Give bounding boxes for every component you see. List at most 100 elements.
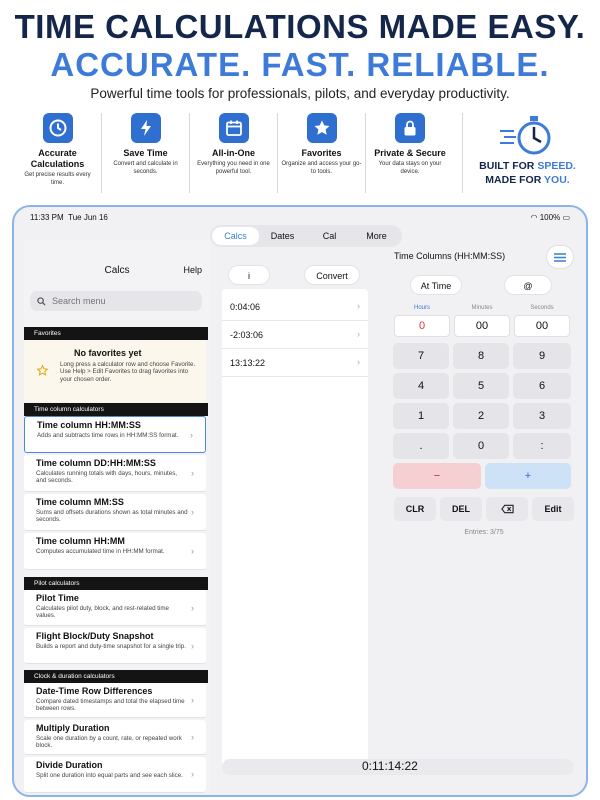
calc-item-multiply[interactable]: Multiply Duration Scale one duration by … bbox=[24, 720, 206, 755]
minutes-field[interactable]: 00 bbox=[454, 315, 510, 337]
panel-title: Time Columns (HH:MM:SS) bbox=[394, 251, 506, 261]
chevron-right-icon: › bbox=[191, 468, 194, 478]
calc-item-flight-snapshot[interactable]: Flight Block/Duty Snapshot Builds a repo… bbox=[24, 628, 206, 664]
chevron-right-icon: › bbox=[191, 641, 194, 651]
hours-label: Hours bbox=[413, 305, 430, 311]
seconds-field[interactable]: 00 bbox=[514, 315, 570, 337]
feature-title: Favorites bbox=[301, 148, 342, 158]
edit-button[interactable]: Edit bbox=[532, 497, 574, 521]
tab-more[interactable]: More bbox=[353, 227, 400, 245]
calc-item-desc: Calculates pilot duty, block, and rest-r… bbox=[36, 605, 169, 620]
tab-dates[interactable]: Dates bbox=[259, 227, 306, 245]
battery-icon: ▭ bbox=[562, 213, 570, 222]
speed-line-1: BUILT FOR SPEED. bbox=[479, 159, 576, 173]
status-date: Tue Jun 16 bbox=[68, 213, 108, 222]
plus-button[interactable]: + bbox=[485, 463, 571, 489]
calc-item-title: Pilot Time bbox=[36, 593, 79, 603]
calc-item-title: Multiply Duration bbox=[36, 723, 110, 733]
calc-item-title: Divide Duration bbox=[36, 760, 103, 770]
promo-banner: TIME CALCULATIONS MADE EASY. ACCURATE. F… bbox=[0, 0, 600, 205]
feature-favorites: Favorites Organize and access your go-to… bbox=[278, 113, 366, 193]
key-4[interactable]: 4 bbox=[393, 373, 449, 399]
key-7[interactable]: 7 bbox=[393, 343, 449, 369]
key-dot[interactable]: . bbox=[393, 433, 449, 459]
time-row[interactable]: 13:13:22 › bbox=[222, 349, 368, 377]
section-time-column: Time column calculators bbox=[24, 403, 208, 416]
time-row[interactable]: 0:04:06 › bbox=[222, 293, 368, 321]
backspace-icon bbox=[500, 504, 514, 514]
section-clock: Clock & duration calculators bbox=[24, 670, 208, 683]
menu-button[interactable] bbox=[546, 245, 574, 269]
feature-list: Accurate Calculations Get precise result… bbox=[14, 113, 454, 193]
status-time: 11:33 PM Tue Jun 16 bbox=[30, 213, 108, 222]
calc-item-pilot-time[interactable]: Pilot Time Calculates pilot duty, block,… bbox=[24, 590, 206, 626]
calc-item-date-time-diff[interactable]: Date-Time Row Differences Compare dated … bbox=[24, 683, 206, 718]
key-3[interactable]: 3 bbox=[513, 403, 571, 429]
calc-item-hhmm[interactable]: Time column HH:MM Computes accumulated t… bbox=[24, 533, 206, 570]
calc-item-desc: Adds and subtracts time rows in HH:MM:SS… bbox=[37, 432, 179, 439]
calc-item-desc: Calculates running totals with days, hou… bbox=[36, 470, 178, 485]
sidebar-header: Calcs Help bbox=[24, 265, 210, 281]
feature-all-in-one: All-in-One Everything you need in one po… bbox=[190, 113, 278, 193]
calendar-icon bbox=[218, 113, 249, 143]
chevron-right-icon: › bbox=[191, 769, 194, 779]
wifi-icon: ◠ bbox=[530, 213, 538, 222]
info-button[interactable]: i bbox=[228, 265, 270, 285]
calc-item-desc: Sums and offsets durations shown as tota… bbox=[36, 509, 188, 524]
search-input[interactable] bbox=[52, 296, 192, 306]
feature-title: All-in-One bbox=[212, 148, 255, 158]
key-2[interactable]: 2 bbox=[453, 403, 509, 429]
tab-cal[interactable]: Cal bbox=[306, 227, 353, 245]
backspace-button[interactable] bbox=[486, 497, 528, 521]
tablet-screen: 11:33 PM Tue Jun 16 ◠ 100% ▭ Calcs Help … bbox=[12, 205, 588, 797]
clear-button[interactable]: CLR bbox=[394, 497, 436, 521]
chevron-right-icon: › bbox=[357, 329, 360, 339]
calc-item-ddhhmmss[interactable]: Time column DD:HH:MM:SS Calculates runni… bbox=[24, 455, 206, 492]
feature-desc: Get precise results every time. bbox=[24, 172, 91, 186]
lock-icon bbox=[395, 113, 425, 143]
convert-button[interactable]: Convert bbox=[304, 265, 360, 285]
key-5[interactable]: 5 bbox=[453, 373, 509, 399]
speed-badge: BUILT FOR SPEED. MADE FOR YOU. bbox=[462, 113, 592, 193]
delete-button[interactable]: DEL bbox=[440, 497, 482, 521]
favorites-empty-desc: Long press a calculator row and choose F… bbox=[60, 361, 196, 383]
calc-item-title: Date-Time Row Differences bbox=[36, 686, 153, 696]
chevron-right-icon: › bbox=[357, 301, 360, 311]
time-row[interactable]: -2:03:06 › bbox=[222, 321, 368, 349]
calc-item-hhmmss[interactable]: Time column HH:MM:SS Adds and subtracts … bbox=[24, 416, 206, 453]
key-6[interactable]: 6 bbox=[513, 373, 571, 399]
star-icon bbox=[306, 113, 337, 143]
calc-item-desc: Scale one duration by a count, rate, or … bbox=[36, 735, 182, 750]
tab-calcs[interactable]: Calcs bbox=[212, 227, 259, 245]
key-1[interactable]: 1 bbox=[393, 403, 449, 429]
help-button[interactable]: Help bbox=[183, 265, 202, 275]
key-colon[interactable]: : bbox=[513, 433, 571, 459]
calc-item-title: Flight Block/Duty Snapshot bbox=[36, 631, 154, 641]
feature-private: Private & Secure Your data stays on your… bbox=[366, 113, 454, 193]
sidebar-title: Calcs bbox=[104, 265, 130, 276]
calc-item-mmss[interactable]: Time column MM:SS Sums and offsets durat… bbox=[24, 494, 206, 531]
key-0[interactable]: 0 bbox=[453, 433, 509, 459]
key-8[interactable]: 8 bbox=[453, 343, 509, 369]
sidebar: Calcs Help Favorites No favorites yet Lo… bbox=[24, 239, 210, 795]
feature-title: Accurate Calculations bbox=[30, 148, 85, 169]
time-row-value: 13:13:22 bbox=[230, 358, 266, 368]
hamburger-icon bbox=[554, 252, 566, 262]
calc-item-desc: Split one duration into equal parts and … bbox=[36, 772, 183, 779]
search-icon bbox=[37, 296, 46, 306]
at-time-button[interactable]: At Time bbox=[410, 275, 462, 295]
tab-bar: Calcs Dates Cal More bbox=[210, 225, 402, 247]
total-value: 0:11:14:22 bbox=[362, 759, 418, 773]
hours-field[interactable]: 0 bbox=[394, 315, 450, 337]
at-button[interactable]: @ bbox=[504, 275, 552, 295]
favorites-empty: No favorites yet Long press a calculator… bbox=[24, 340, 206, 402]
calc-item-divide[interactable]: Divide Duration Split one duration into … bbox=[24, 757, 206, 793]
key-9[interactable]: 9 bbox=[513, 343, 571, 369]
feature-desc: Your data stays on your device. bbox=[378, 161, 442, 175]
search-box[interactable] bbox=[30, 291, 202, 311]
chevron-right-icon: › bbox=[357, 357, 360, 367]
chevron-right-icon: › bbox=[191, 732, 194, 742]
favorites-empty-title: No favorites yet bbox=[74, 348, 142, 358]
minutes-label: Minutes bbox=[471, 305, 493, 311]
minus-button[interactable]: − bbox=[393, 463, 481, 489]
